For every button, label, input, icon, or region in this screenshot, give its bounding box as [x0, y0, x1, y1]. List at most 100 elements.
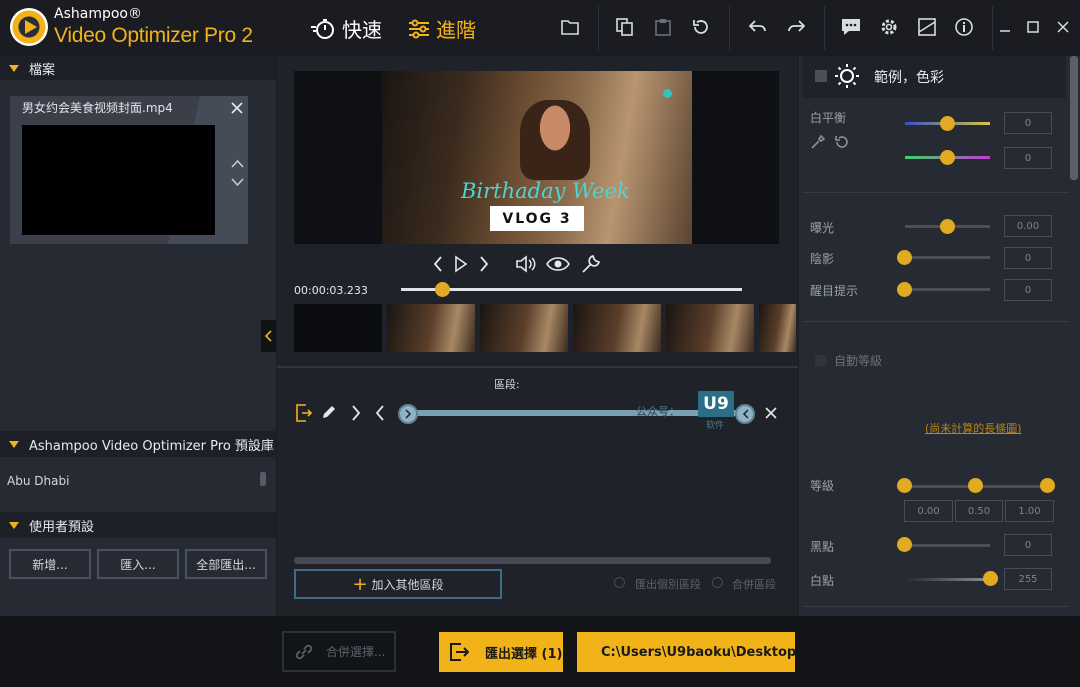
wb-tint-handle[interactable] [940, 150, 955, 165]
segments-scrollbar[interactable] [294, 557, 771, 564]
stopwatch-icon [311, 18, 334, 39]
segment-end-handle[interactable] [735, 404, 755, 424]
collapse-triangle-icon [9, 440, 19, 448]
new-preset-button[interactable]: 新增... [9, 549, 91, 579]
preset-item[interactable]: Abu Dhabi [7, 474, 69, 488]
levels-value-3[interactable]: 1.00 [1005, 500, 1054, 522]
collapse-left-panel-icon[interactable] [261, 320, 276, 352]
play-icon[interactable] [453, 255, 469, 276]
merge-segments-radio[interactable] [712, 577, 723, 588]
next-segment-icon[interactable] [351, 404, 361, 425]
volume-icon[interactable] [515, 254, 537, 277]
highlights-label: 醒目提示 [810, 284, 859, 298]
levels-mid-handle[interactable] [968, 478, 983, 493]
info-icon[interactable] [950, 14, 978, 40]
white-point-label: 白點 [810, 574, 835, 588]
right-panel-scrollbar[interactable] [1070, 56, 1078, 180]
segments-label: 區段: [494, 378, 520, 391]
divider [803, 606, 1069, 607]
highlights-track[interactable] [905, 288, 990, 291]
output-path-label: C:\Users\U9baoku\Desktop [601, 644, 797, 660]
histogram-link[interactable]: (尚未計算的長條圖) [925, 420, 1022, 436]
user-presets-section-header[interactable]: 使用者預設 [0, 512, 276, 538]
shadows-value[interactable]: 0 [1004, 247, 1052, 269]
mode-quick-button[interactable]: 快速 [310, 14, 382, 43]
output-folder-button[interactable]: C:\Users\U9baoku\Desktop [577, 632, 797, 672]
copy-icon[interactable] [611, 14, 639, 40]
shadows-handle[interactable] [897, 250, 912, 265]
add-segment-button[interactable]: + 加入其他區段 [294, 569, 502, 599]
export-individual-label: 匯出個別區段 [635, 578, 701, 591]
highlights-value[interactable]: 0 [1004, 279, 1052, 301]
exposure-handle[interactable] [940, 219, 955, 234]
move-up-icon[interactable] [231, 157, 244, 171]
filmstrip-frame [759, 304, 796, 352]
edit-pencil-icon[interactable] [321, 404, 337, 423]
maximize-icon[interactable] [1019, 14, 1047, 40]
presets-section-header[interactable]: Ashampoo Video Optimizer Pro 預設庫 [0, 431, 276, 457]
exposure-value[interactable]: 0.00 [1004, 215, 1052, 237]
black-point-track[interactable] [905, 544, 990, 547]
wb-temperature-handle[interactable] [940, 116, 955, 131]
feedback-icon[interactable] [837, 14, 865, 40]
levels-value-1[interactable]: 0.00 [904, 500, 953, 522]
open-folder-icon[interactable] [556, 14, 584, 40]
toolbar-divider [729, 6, 730, 50]
import-preset-button[interactable]: 匯入... [97, 549, 179, 579]
wb-tint-value[interactable]: 0 [1004, 147, 1052, 169]
remove-file-icon[interactable] [231, 102, 243, 117]
move-down-icon[interactable] [231, 176, 244, 190]
auto-levels-label: 自動等級 [834, 354, 883, 368]
undo-icon[interactable] [744, 14, 772, 40]
black-point-handle[interactable] [897, 537, 912, 552]
export-all-presets-button[interactable]: 全部匯出... [185, 549, 267, 579]
mode-advanced-button[interactable]: 進階 [408, 14, 476, 43]
auto-levels-checkbox[interactable] [815, 355, 826, 366]
files-section-header[interactable]: 檔案 [0, 56, 276, 80]
segment-range-bar[interactable] [407, 410, 746, 416]
merge-selection-button[interactable]: 合併選擇... [282, 631, 396, 672]
highlights-handle[interactable] [897, 282, 912, 297]
redo-icon[interactable] [782, 14, 810, 40]
levels-white-handle[interactable] [1040, 478, 1055, 493]
black-point-value[interactable]: 0 [1004, 534, 1052, 556]
export-segment-icon[interactable] [296, 404, 313, 425]
image-compare-icon[interactable] [913, 14, 941, 40]
close-window-icon[interactable] [1049, 14, 1077, 40]
file-thumbnail [22, 125, 215, 235]
paste-icon[interactable] [649, 14, 677, 40]
seek-track[interactable] [401, 288, 742, 291]
prev-segment-icon[interactable] [375, 404, 385, 425]
mode-quick-label: 快速 [342, 18, 382, 42]
next-frame-icon[interactable] [478, 255, 490, 276]
section-toggle-checkbox[interactable] [815, 70, 827, 82]
presets-scrollbar[interactable] [260, 472, 266, 486]
export-individual-radio[interactable] [614, 577, 625, 588]
seek-handle[interactable] [434, 282, 450, 297]
levels-value-2[interactable]: 0.50 [955, 500, 1003, 522]
segment-start-handle[interactable] [398, 404, 418, 424]
prev-frame-icon[interactable] [432, 255, 444, 276]
settings-gear-icon[interactable] [875, 14, 903, 40]
white-point-value[interactable]: 255 [1004, 568, 1052, 590]
black-point-label: 黑點 [810, 540, 835, 554]
filmstrip-frame [666, 304, 754, 352]
white-point-handle[interactable] [983, 571, 998, 586]
wb-reset-icon[interactable] [834, 134, 850, 153]
presets-header-label: Ashampoo Video Optimizer Pro 預設庫 [29, 438, 274, 454]
eyedropper-icon[interactable] [810, 134, 826, 153]
color-section-title: 範例，色彩 [874, 70, 944, 86]
wrench-icon[interactable] [581, 254, 601, 277]
export-selection-button[interactable]: 匯出選擇 (1) [439, 632, 563, 672]
shadows-track[interactable] [905, 256, 990, 259]
divider [277, 366, 798, 368]
remove-segment-icon[interactable] [765, 407, 777, 422]
filmstrip-frame [573, 304, 661, 352]
minimize-icon[interactable] [991, 14, 1019, 40]
white-point-track[interactable] [905, 578, 990, 581]
timecode: 00:00:03.233 [294, 284, 368, 297]
preview-eye-icon[interactable] [546, 255, 570, 276]
reset-icon[interactable] [687, 14, 715, 40]
levels-black-handle[interactable] [897, 478, 912, 493]
wb-temperature-value[interactable]: 0 [1004, 112, 1052, 134]
